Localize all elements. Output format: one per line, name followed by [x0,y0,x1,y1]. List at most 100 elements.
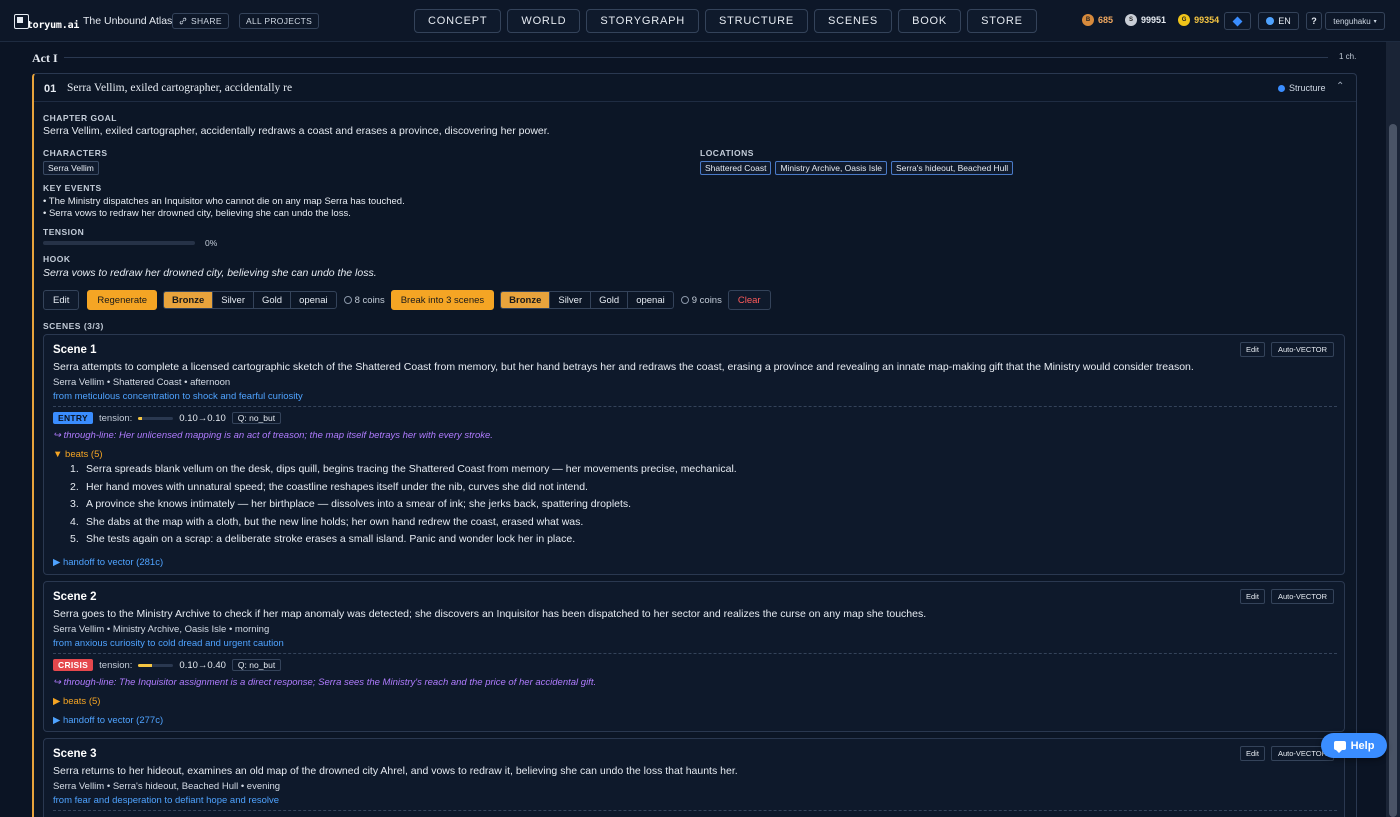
beats-toggle[interactable]: ▼ beats (5) [53,449,103,460]
chapter-goal: Serra Vellim, exiled cartographer, accid… [43,125,550,137]
tab-concept[interactable]: CONCEPT [414,9,502,33]
chevron-up-icon[interactable]: ⌃ [1336,81,1344,92]
scene-title: Scene 1 [53,344,97,356]
tier-gold[interactable]: Gold [254,292,292,308]
chapter-actions: Edit Regenerate Bronze Silver Gold opena… [43,290,771,310]
beat-item: 4. She dabs at the map with a cloth, but … [70,515,584,528]
tier-openai[interactable]: openai [628,292,673,308]
tab-world[interactable]: WORLD [507,9,581,33]
edit-chapter-button[interactable]: Edit [43,290,80,310]
scene-title: Scene 2 [53,591,97,603]
break-tier-selector: Bronze Silver Gold openai [500,291,674,309]
beat-item: 5. She tests again on a scrap: a delibera… [70,533,576,545]
tension-percent: 0% [205,238,218,248]
regenerate-button[interactable]: Regenerate [87,290,158,310]
clear-button[interactable]: Clear [727,290,771,310]
auto-vector-button[interactable]: Auto-VECTOR [1271,342,1335,357]
chapter-title: Serra Vellim, exiled cartographer, accid… [67,82,293,94]
language-label: EN [1278,16,1291,26]
tier-silver[interactable]: Silver [213,292,254,308]
scene-tension-bar [138,663,174,667]
silver-coin-icon: S [1125,14,1138,26]
scene-role-badge: CRISIS [53,659,94,671]
beat-item: 3. A province she knows intimately — her … [70,498,632,510]
help-question-button[interactable]: ? [1306,12,1322,30]
scene-edit-button[interactable]: Edit [1240,589,1265,604]
act-divider [64,57,1328,58]
gold-balance: 99354 [1194,15,1220,25]
tab-book[interactable]: BOOK [898,9,962,33]
act-title: Act I [32,51,58,65]
help-label: Help [1350,739,1375,752]
key-event: • Serra vows to redraw her drowned city,… [43,208,351,219]
scene-emotional-arc: from anxious curiosity to cold dread and… [53,638,284,649]
tension-label: tension: [99,659,133,671]
tab-structure[interactable]: STRUCTURE [704,9,809,33]
scene-tension-row: CRISIS tension: 0.10→0.40 Q: no_but [53,659,282,671]
handoff-toggle[interactable]: ▶ handoff to vector (281c) [53,557,163,568]
language-button[interactable]: EN [1258,12,1299,30]
tab-scenes[interactable]: SCENES [814,9,893,33]
bronze-coin-icon: B [1082,14,1094,26]
tier-bronze[interactable]: Bronze [164,292,214,308]
structure-label: Structure [1289,83,1326,93]
chapter-header[interactable]: 01 Serra Vellim, exiled cartographer, ac… [34,74,1356,102]
scene-meta: Serra Vellim • Shattered Coast • afterno… [53,377,231,388]
location-tag[interactable]: Ministry Archive, Oasis Isle [775,161,887,175]
silver-balance: 99951 [1141,15,1167,25]
diamond-icon [1232,16,1243,26]
share-button[interactable]: SHARE [172,13,229,29]
tier-gold[interactable]: Gold [591,292,629,308]
logo-icon [14,14,29,29]
regen-cost: 8 coins [343,294,385,306]
status-dot-icon [1278,84,1285,92]
tension-label: TENSION [43,227,85,237]
tab-storygraph[interactable]: STORYGRAPH [586,9,699,33]
top-bar: Storyum.ai The Unbound Atlas SHARE ALL P… [0,0,1400,42]
chapter-goal-label: CHAPTER GOAL [43,113,117,123]
location-tag[interactable]: Serra's hideout, Beached Hull [891,161,1014,175]
through-line: ↪ through-line: The Inquisitor assignmen… [53,677,597,688]
tab-store[interactable]: STORE [967,9,1037,33]
scene-tension-row: ENTRY tension: 0.10→0.10 Q: no_but [53,412,282,424]
auto-vector-button[interactable]: Auto-VECTOR [1271,589,1335,604]
scrollbar-thumb[interactable] [1389,124,1397,817]
help-chat-button[interactable]: Help [1321,733,1387,758]
globe-icon [1266,17,1275,25]
tier-silver[interactable]: Silver [550,292,592,308]
premium-button[interactable] [1224,12,1251,30]
all-projects-button[interactable]: ALL PROJECTS [239,13,320,29]
scene-card: Scene 3 Edit Auto-VECTOR Serra returns t… [43,738,1345,817]
logo[interactable]: Storyum.ai [14,11,79,31]
username: tenguhaku [1333,16,1371,26]
break-cost-label: 9 coins [691,294,722,306]
bronze-balance: 685 [1098,15,1114,25]
characters-list: Serra Vellim [43,161,103,175]
scene-edit-button[interactable]: Edit [1240,342,1265,357]
scene-edit-button[interactable]: Edit [1240,746,1265,761]
scene-card: Scene 2 Edit Auto-VECTOR Serra goes to t… [43,581,1345,732]
coin-icon [343,296,352,304]
scene-card: Scene 1 Edit Auto-VECTOR Serra attempts … [43,334,1345,575]
project-title: The Unbound Atlas [83,15,173,27]
regen-cost-label: 8 coins [354,294,385,306]
structure-link[interactable]: Structure [1278,83,1326,93]
tier-bronze[interactable]: Bronze [501,292,551,308]
scene-summary: Serra returns to her hideout, examines a… [53,765,738,777]
scene-emotional-arc: from fear and desperation to defiant hop… [53,795,280,806]
scene-tension-fill [138,416,142,420]
break-into-scenes-button[interactable]: Break into 3 scenes [390,290,495,310]
handoff-toggle[interactable]: ▶ handoff to vector (277c) [53,715,163,726]
character-tag[interactable]: Serra Vellim [43,161,99,175]
tier-openai[interactable]: openai [291,292,336,308]
break-cost: 9 coins [680,294,722,306]
scene-title: Scene 3 [53,748,97,760]
beats-toggle[interactable]: ▶ beats (5) [53,696,100,707]
key-events-label: KEY EVENTS [43,183,102,193]
location-tag[interactable]: Shattered Coast [700,161,772,175]
scene-meta: Serra Vellim • Serra's hideout, Beached … [53,781,281,792]
scene-summary: Serra goes to the Ministry Archive to ch… [53,608,927,620]
user-menu-button[interactable]: tenguhaku ▾ [1325,12,1385,30]
beat-item: 2. Her hand moves with unnatural speed; t… [70,480,588,493]
scene-summary: Serra attempts to complete a licensed ca… [53,361,1194,373]
